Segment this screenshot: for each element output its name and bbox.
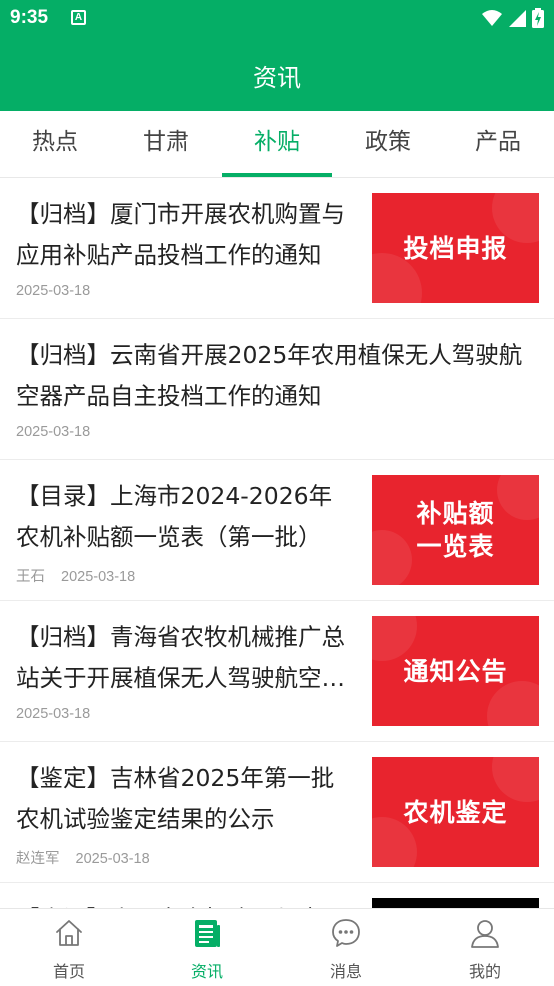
- news-item[interactable]: 【鉴定】吉林省2025年第一批农机试验鉴定结果的公示 赵连军 2025-03-18…: [0, 742, 554, 883]
- news-meta: 赵连军 2025-03-18: [16, 847, 150, 868]
- nav-label: 首页: [52, 962, 85, 981]
- page-title: 资讯: [253, 64, 301, 92]
- tab-policy[interactable]: 政策: [333, 111, 443, 178]
- nav-label: 资讯: [190, 962, 223, 981]
- nav-news[interactable]: 资讯: [138, 909, 276, 986]
- news-thumbnail: 投档申报: [372, 193, 539, 303]
- news-item[interactable]: 【归档】云南省开展2025年农用植保无人驾驶航空器产品自主投档工作的通知 202…: [0, 319, 554, 460]
- news-author: 王石: [16, 569, 45, 585]
- battery-icon: [532, 8, 544, 28]
- bottom-navigation: 首页 资讯 消息 我的: [0, 908, 554, 986]
- nav-profile[interactable]: 我的: [416, 909, 554, 986]
- news-thumbnail: 通知公告: [372, 616, 539, 726]
- news-date: 2025-03-18: [16, 283, 91, 299]
- thumb-text: 投档申报: [403, 233, 508, 263]
- app-bar: 资讯: [0, 38, 554, 111]
- news-title: 【归档】青海省农牧机械推广总站关于开展植保无人驾驶航空器投档工作的通知: [16, 623, 345, 692]
- news-meta: 2025-03-18: [16, 283, 90, 299]
- thumb-decoration: [372, 530, 412, 585]
- news-meta: 2025-03-18: [16, 706, 90, 722]
- news-meta: 王石 2025-03-18: [16, 565, 135, 586]
- nav-label: 我的: [468, 962, 501, 981]
- status-icons: [482, 8, 544, 28]
- tab-hot[interactable]: 热点: [0, 111, 110, 178]
- app-screen: 9:35 A 资讯 热点 甘肃 补贴 政策 产品 【归档】厦门市开展农机购置与应…: [0, 0, 554, 986]
- news-list: 【归档】厦门市开展农机购置与应用补贴产品投档工作的通知 2025-03-18 投…: [0, 178, 554, 908]
- nav-home[interactable]: 首页: [0, 909, 138, 986]
- signal-icon: [509, 10, 526, 27]
- thumb-text: 补贴额 一览表: [416, 499, 495, 561]
- thumb-text: 农机鉴定: [403, 797, 508, 827]
- news-item[interactable]: 【归档】青海省农牧机械推广总站关于开展植保无人驾驶航空器投档工作的通知 2025…: [0, 601, 554, 742]
- message-icon: [332, 919, 360, 947]
- news-meta: 2025-03-18: [16, 424, 90, 440]
- profile-icon: [471, 920, 499, 948]
- news-date: 2025-03-18: [75, 851, 150, 867]
- nav-label: 消息: [329, 962, 362, 981]
- news-thumbnail: 补贴额 一览表: [372, 475, 539, 585]
- news-title: 【归档】厦门市开展农机购置与应用补贴产品投档工作的通知: [16, 200, 345, 269]
- news-date: 2025-03-18: [16, 706, 91, 722]
- nav-messages[interactable]: 消息: [277, 909, 415, 986]
- news-item[interactable]: 【目录】上海市2024-2026年农机补贴额一览表（第一批） 王石 2025-03…: [0, 460, 554, 601]
- tab-product[interactable]: 产品: [443, 111, 553, 178]
- category-tabs: 热点 甘肃 补贴 政策 产品: [0, 111, 554, 178]
- news-title: 【鉴定】吉林省2025年第一批农机试验鉴定结果的公示: [16, 764, 335, 833]
- home-icon: [56, 920, 82, 946]
- news-thumbnail: 农机鉴定: [372, 757, 539, 867]
- news-title: 【目录】上海市2024-2026年农机补贴额一览表（第一批）: [16, 482, 333, 551]
- tab-gansu[interactable]: 甘肃: [111, 111, 221, 178]
- tab-subsidy[interactable]: 补贴: [222, 111, 332, 178]
- news-title: 【资讯】山西省农机购置与应用补贴工作动态: [16, 899, 353, 908]
- tab-indicator: [222, 173, 332, 177]
- thumb-decoration: [487, 681, 539, 726]
- news-item[interactable]: 【归档】厦门市开展农机购置与应用补贴产品投档工作的通知 2025-03-18 投…: [0, 178, 554, 319]
- news-thumbnail: [372, 898, 539, 908]
- thumb-text: 通知公告: [403, 656, 508, 686]
- news-date: 2025-03-18: [16, 424, 91, 440]
- news-icon: [195, 920, 220, 947]
- status-time: 9:35: [10, 7, 49, 28]
- news-date: 2025-03-18: [61, 569, 136, 585]
- notification-icon: A: [71, 10, 86, 25]
- status-bar: 9:35 A: [0, 0, 554, 38]
- wifi-icon: [482, 10, 502, 26]
- thumb-decoration: [497, 475, 539, 520]
- news-item[interactable]: 【资讯】山西省农机购置与应用补贴工作动态: [0, 883, 554, 908]
- news-title: 【归档】云南省开展2025年农用植保无人驾驶航空器产品自主投档工作的通知: [16, 341, 523, 410]
- news-author: 赵连军: [16, 851, 60, 867]
